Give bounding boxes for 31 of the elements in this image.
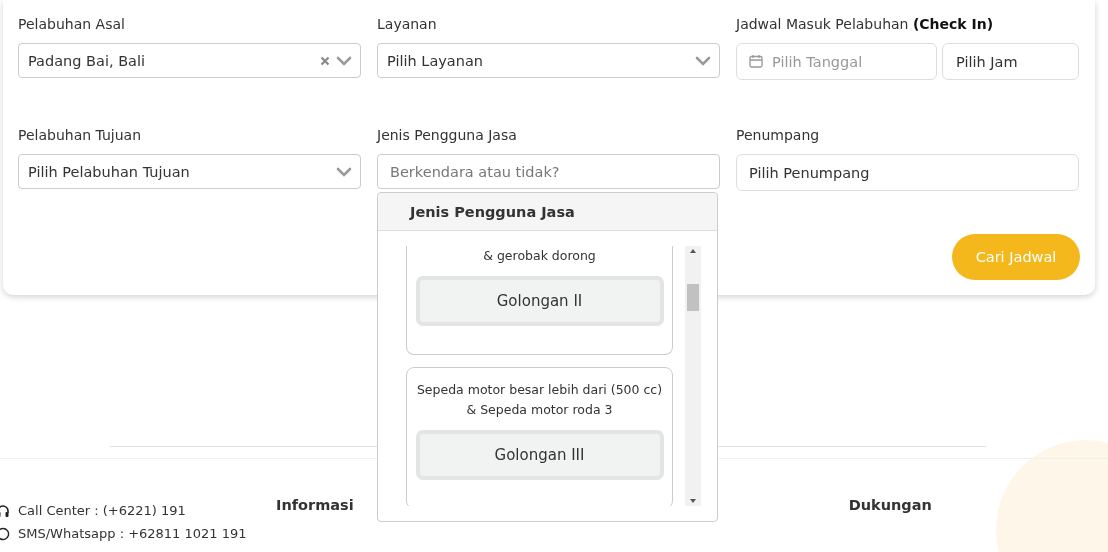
- dropdown-header: Jenis Pengguna Jasa: [378, 193, 717, 231]
- scrollbar-thumb[interactable]: [687, 284, 699, 311]
- headset-icon: [0, 503, 10, 518]
- field-label: Pelabuhan Asal: [18, 15, 126, 34]
- option-description: Sepeda motor besar lebih dari (500 cc) & Sepeda motor roda 3: [416, 381, 663, 419]
- class-option-button[interactable]: Golongan II: [415, 276, 664, 326]
- select-field[interactable]: Pilih Pelabuhan Tujuan: [18, 154, 361, 189]
- footer-heading: Dukungan: [848, 497, 932, 515]
- clear-icon[interactable]: [320, 55, 330, 66]
- chevron-down-icon[interactable]: [336, 55, 352, 66]
- field-label: Penumpang: [736, 126, 821, 145]
- chevron-down-icon[interactable]: [336, 166, 352, 177]
- contact-text: Call Center : (+6221) 191: [18, 503, 186, 518]
- scrollbar[interactable]: [685, 246, 701, 506]
- field-label: Jadwal Masuk Pelabuhan (Check In): [736, 15, 995, 34]
- chat-icon: [0, 526, 10, 541]
- class-option-button[interactable]: Golongan III: [415, 430, 664, 480]
- select-field[interactable]: Padang Bai, Bali: [18, 43, 361, 78]
- calendar-icon: [749, 54, 763, 68]
- field-label: Jenis Pengguna Jasa: [377, 126, 518, 145]
- select-field[interactable]: Pilih Layanan: [377, 43, 720, 78]
- option-description: & gerobak dorong: [483, 247, 596, 265]
- time-field[interactable]: Pilih Jam: [942, 43, 1079, 80]
- input-field[interactable]: Berkendara atau tidak?: [377, 154, 720, 189]
- footer-heading: Informasi: [276, 497, 354, 515]
- passenger-field[interactable]: Pilih Penumpang: [736, 154, 1079, 191]
- field-label: Pelabuhan Tujuan: [18, 126, 143, 145]
- contact-text: SMS/Whatsapp : +62811 1021 191: [18, 526, 247, 541]
- chevron-down-icon[interactable]: [695, 55, 711, 66]
- field-label: Layanan: [377, 15, 438, 34]
- date-field[interactable]: Pilih Tanggal: [736, 43, 937, 80]
